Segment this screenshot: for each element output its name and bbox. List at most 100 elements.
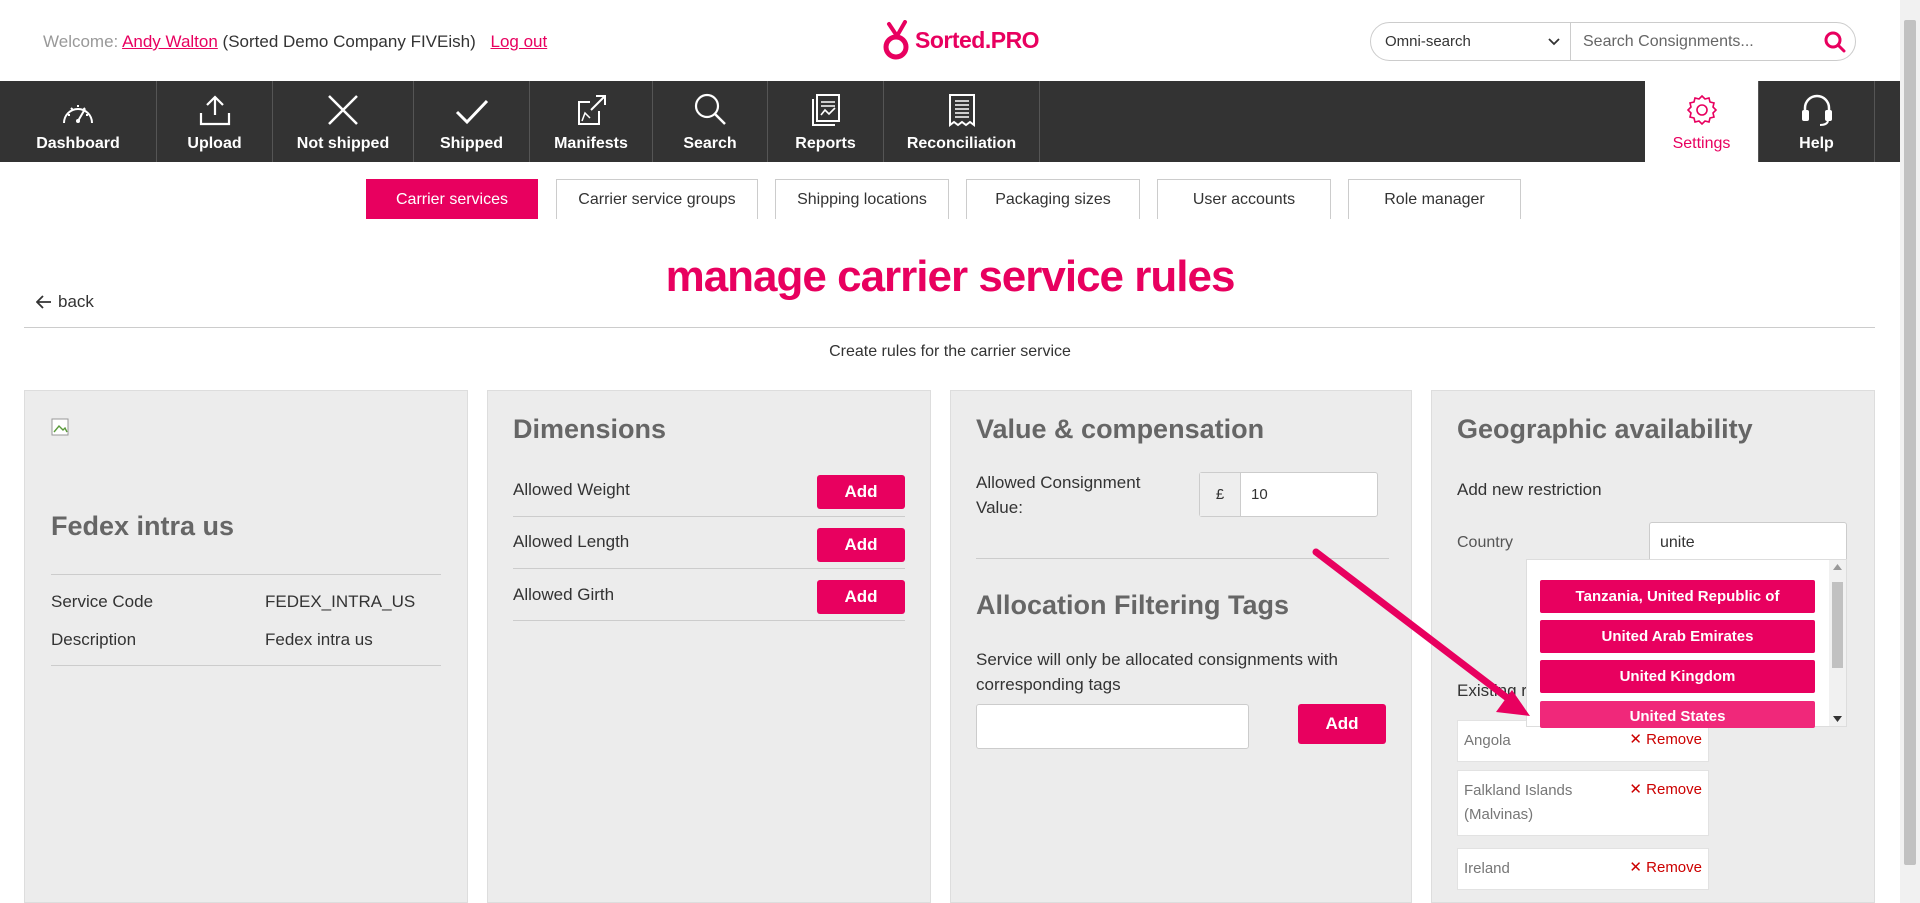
tab-packaging-sizes[interactable]: Packaging sizes <box>966 179 1140 219</box>
logo-mark-icon <box>883 20 909 60</box>
nav-not-shipped[interactable]: Not shipped <box>273 81 414 162</box>
tags-input[interactable] <box>976 704 1249 749</box>
remove-label: Remove <box>1646 781 1702 798</box>
scroll-down-icon[interactable] <box>1833 716 1842 722</box>
tags-desc-line1: Service will only be allocated consignme… <box>976 650 1338 669</box>
broken-image-icon <box>51 418 69 436</box>
remove-restriction-button[interactable]: ✕ Remove <box>1629 778 1702 802</box>
allowed-value-input-group: £ 10 <box>1199 472 1378 517</box>
geo-title: Geographic availability <box>1457 414 1753 444</box>
weight-divider <box>513 516 905 517</box>
service-code-value: FEDEX_INTRA_US <box>265 592 416 611</box>
page-scrollbar-thumb[interactable] <box>1904 20 1916 865</box>
omni-search-bar: Omni-search Search Consignments... <box>1370 22 1856 61</box>
value-panel <box>950 390 1412 903</box>
user-name-link[interactable]: Andy Walton <box>122 32 218 51</box>
restriction-item: Falkland Islands (Malvinas) ✕ Remove <box>1457 770 1709 836</box>
chevron-down-icon <box>1548 37 1560 45</box>
tags-desc-line2: corresponding tags <box>976 675 1121 694</box>
nav-reconciliation[interactable]: Reconciliation <box>884 81 1040 162</box>
logout-link[interactable]: Log out <box>490 32 547 51</box>
suggestion-item[interactable]: Tanzania, United Republic of <box>1540 580 1815 613</box>
arrow-left-icon <box>36 295 51 309</box>
country-label: Country <box>1457 534 1514 551</box>
length-divider <box>513 568 905 569</box>
title-divider <box>24 327 1875 328</box>
restriction-name: Angola <box>1464 732 1511 749</box>
allowed-girth-label: Allowed Girth <box>513 585 615 604</box>
welcome-prefix: Welcome: <box>43 32 119 51</box>
back-link[interactable]: back <box>36 292 94 312</box>
page-subtitle: Create rules for the carrier service <box>829 343 1071 360</box>
nav-reports[interactable]: Reports <box>768 81 884 162</box>
remove-label: Remove <box>1646 859 1702 876</box>
add-length-button[interactable]: Add <box>817 528 905 562</box>
omni-search-select[interactable]: Omni-search <box>1371 23 1571 60</box>
x-icon <box>328 95 358 125</box>
nav-manifests-label: Manifests <box>554 135 628 152</box>
tab-user-accounts[interactable]: User accounts <box>1157 179 1331 219</box>
suggestion-item[interactable]: United States <box>1540 701 1815 728</box>
restriction-name-line2: (Malvinas) <box>1464 806 1534 823</box>
nav-shipped[interactable]: Shipped <box>414 81 530 162</box>
remove-restriction-button[interactable]: ✕ Remove <box>1629 856 1702 880</box>
description-value: Fedex intra us <box>265 630 373 649</box>
welcome-text: Welcome: Andy Walton (Sorted Demo Compan… <box>43 32 547 52</box>
reports-icon <box>811 94 840 126</box>
nav-manifests[interactable]: Manifests <box>530 81 653 162</box>
value-title: Value & compensation <box>976 414 1265 444</box>
dimensions-panel <box>487 390 931 903</box>
omni-search-label: Omni-search <box>1385 33 1471 50</box>
service-divider-bottom <box>51 665 441 666</box>
search-consignments-input[interactable]: Search Consignments... <box>1571 33 1815 51</box>
nav-search[interactable]: Search <box>653 81 768 162</box>
nav-settings-label: Settings <box>1672 135 1731 152</box>
girth-divider <box>513 620 905 621</box>
tab-carrier-services[interactable]: Carrier services <box>366 179 538 219</box>
gear-icon <box>1686 94 1717 126</box>
check-icon <box>455 99 488 125</box>
headset-icon <box>1801 94 1832 126</box>
receipt-icon <box>948 94 975 127</box>
restriction-item: Ireland ✕ Remove <box>1457 848 1709 890</box>
search-icon <box>694 93 726 125</box>
tab-carrier-service-groups[interactable]: Carrier service groups <box>556 179 758 219</box>
add-weight-button[interactable]: Add <box>817 475 905 509</box>
nav-settings[interactable]: Settings <box>1645 81 1758 162</box>
dropdown-scrollbar[interactable] <box>1829 560 1846 726</box>
suggestion-item[interactable]: United Arab Emirates <box>1540 620 1815 653</box>
dimensions-title: Dimensions <box>513 414 667 444</box>
nav-upload[interactable]: Upload <box>157 81 273 162</box>
dropdown-scrollbar-thumb[interactable] <box>1832 582 1843 668</box>
close-icon: ✕ <box>1629 781 1647 798</box>
nav-help[interactable]: Help <box>1758 81 1875 162</box>
remove-label: Remove <box>1646 731 1702 748</box>
tab-shipping-locations[interactable]: Shipping locations <box>775 179 949 219</box>
close-icon: ✕ <box>1629 731 1647 748</box>
page-title: manage carrier service rules <box>665 252 1236 301</box>
nav-not-shipped-label: Not shipped <box>296 135 390 152</box>
back-label: back <box>58 292 94 311</box>
search-icon <box>1824 31 1846 52</box>
allowed-value-input[interactable]: 10 <box>1241 473 1377 516</box>
remove-restriction-button[interactable]: ✕ Remove <box>1629 728 1702 752</box>
country-input[interactable]: unite <box>1649 522 1847 564</box>
dashboard-icon <box>63 105 93 124</box>
search-button[interactable] <box>1815 31 1855 53</box>
nav-reconciliation-label: Reconciliation <box>906 135 1017 152</box>
scroll-up-icon[interactable] <box>1833 564 1842 570</box>
suggestion-item[interactable]: United Kingdom <box>1540 660 1815 693</box>
add-tag-button[interactable]: Add <box>1298 704 1386 744</box>
add-girth-button[interactable]: Add <box>817 580 905 614</box>
sorted-logo[interactable]: Sorted.PRO <box>883 18 1040 62</box>
service-name: Fedex intra us <box>51 511 235 541</box>
allowed-length-label: Allowed Length <box>513 532 630 551</box>
company-name: (Sorted Demo Company FIVEish) <box>222 32 476 51</box>
country-suggestions-dropdown: Tanzania, United Republic of United Arab… <box>1526 559 1847 728</box>
restriction-name: Ireland <box>1464 860 1510 877</box>
close-icon: ✕ <box>1629 859 1647 876</box>
page-scrollbar[interactable] <box>1900 0 1920 903</box>
nav-dashboard[interactable]: Dashboard <box>0 81 157 162</box>
upload-icon <box>199 95 230 126</box>
tab-role-manager[interactable]: Role manager <box>1348 179 1521 219</box>
